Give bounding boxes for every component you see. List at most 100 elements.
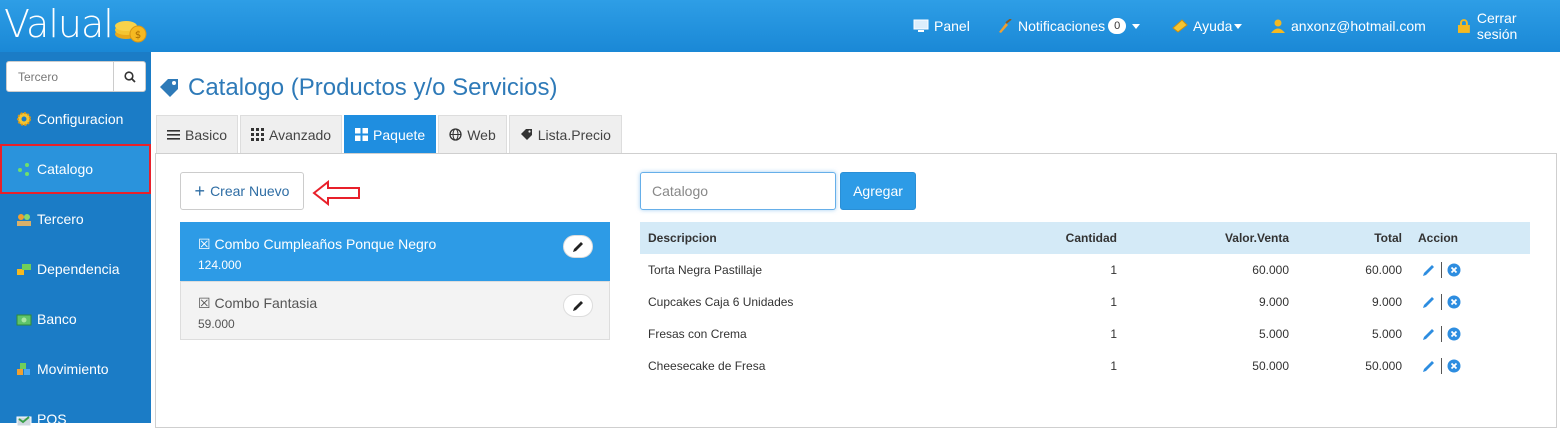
- cell-descripcion: Cheesecake de Fresa: [648, 359, 766, 373]
- package-price: 59.000: [198, 317, 235, 331]
- sidebar-item-configuracion[interactable]: Configuracion: [0, 94, 151, 144]
- nav-logout-label: Cerrar sesión: [1476, 10, 1518, 42]
- package-item[interactable]: ☒ Combo Fantasia 59.000: [180, 281, 610, 340]
- people-icon: [17, 214, 31, 226]
- tab-basico[interactable]: Basico: [156, 115, 239, 153]
- table-header-row: Descripcion Cantidad Valor.Venta Total A…: [640, 222, 1530, 254]
- column-header: Accion: [1410, 222, 1530, 254]
- cell-cantidad: 1: [1110, 327, 1117, 341]
- bank-icon: [16, 314, 32, 326]
- sidebar-item-pos[interactable]: POS: [0, 394, 151, 444]
- cell-cantidad: 1: [1110, 359, 1117, 373]
- cubes-icon: [17, 363, 30, 375]
- pencil-icon[interactable]: [1422, 327, 1436, 341]
- remove-icon[interactable]: [1447, 295, 1461, 309]
- broom-icon: [999, 19, 1012, 33]
- pencil-icon[interactable]: [1422, 359, 1436, 373]
- page-title-text: Catalogo (Productos y/o Servicios): [188, 74, 558, 101]
- chevron-down-icon: [1234, 23, 1243, 29]
- nav-notifications[interactable]: Notificaciones 0: [997, 0, 1141, 52]
- table-row: Cupcakes Caja 6 Unidades 1 9.000 9.000: [640, 286, 1530, 318]
- tab-paquete[interactable]: Paquete: [344, 115, 437, 153]
- cell-cantidad: 1: [1110, 295, 1117, 309]
- nav-user[interactable]: anxonz@hotmail.com: [1270, 0, 1426, 52]
- pencil-icon[interactable]: [1422, 263, 1436, 277]
- checkbox-icon: ☒: [198, 295, 211, 311]
- ticket-icon: [1172, 19, 1188, 33]
- create-new-label: Crear Nuevo: [210, 183, 290, 199]
- tab-avanzado[interactable]: Avanzado: [240, 115, 343, 153]
- package-items-table: Descripcion Cantidad Valor.Venta Total A…: [640, 222, 1530, 382]
- cell-valor: 9.000: [1258, 295, 1289, 309]
- sidebar-item-label: POS: [37, 411, 67, 427]
- nav-user-label: anxonz@hotmail.com: [1291, 18, 1426, 34]
- create-new-button[interactable]: + Crear Nuevo: [180, 172, 304, 210]
- nav-help-label: Ayuda: [1193, 18, 1233, 34]
- sidebar-item-dependencia[interactable]: Dependencia: [0, 244, 151, 294]
- tag-icon: [160, 79, 178, 97]
- package-item[interactable]: ☒ Combo Cumpleaños Ponque Negro 124.000: [180, 222, 610, 281]
- nav-panel[interactable]: Panel: [913, 0, 970, 52]
- sidebar-item-catalogo[interactable]: Catalogo: [0, 144, 151, 194]
- search-icon: [123, 70, 136, 83]
- annotation-arrow-icon: [312, 180, 360, 206]
- app-logo[interactable]: Valual: [4, 2, 114, 46]
- sidebar-item-label: Catalogo: [37, 161, 94, 177]
- sidebar-item-movimiento[interactable]: Movimiento: [0, 344, 151, 394]
- search-input[interactable]: [7, 62, 115, 91]
- search-button[interactable]: [113, 62, 145, 91]
- sidebar-item-banco[interactable]: Banco: [0, 294, 151, 344]
- plus-icon: +: [194, 180, 206, 201]
- edit-package-button[interactable]: [563, 235, 593, 258]
- top-navbar: Valual $ Panel Notificaciones 0 Ayuda an…: [0, 0, 1560, 52]
- divider: [1441, 262, 1442, 278]
- grid-icon: [251, 128, 265, 141]
- svg-text:$: $: [135, 30, 141, 41]
- divider: [1441, 326, 1442, 342]
- cell-total: 50.000: [1365, 359, 1402, 373]
- tab-label: Basico: [185, 126, 228, 143]
- column-header: Cantidad: [970, 222, 1125, 254]
- blocks-icon: [17, 264, 31, 275]
- monitor-icon: [913, 19, 929, 32]
- sidebar-item-tercero[interactable]: Tercero: [0, 194, 151, 244]
- remove-icon[interactable]: [1447, 359, 1461, 373]
- nav-panel-label: Panel: [934, 18, 970, 34]
- tab-web[interactable]: Web: [438, 115, 507, 153]
- cell-descripcion: Fresas con Crema: [648, 327, 747, 341]
- nav-notifications-label: Notificaciones: [1018, 18, 1106, 34]
- sidebar-search: [6, 61, 146, 92]
- tab-label: Lista.Precio: [537, 126, 611, 143]
- remove-icon[interactable]: [1447, 263, 1461, 277]
- tab-bar: Basico Avanzado Paquete Web Lista.Precio: [156, 115, 624, 153]
- package-name: Combo Fantasia: [214, 295, 318, 311]
- tab-label: Avanzado: [269, 126, 332, 143]
- cell-total: 9.000: [1371, 295, 1402, 309]
- nav-help[interactable]: Ayuda: [1172, 0, 1243, 52]
- sidebar-item-label: Movimiento: [37, 361, 109, 377]
- coins-logo-icon: $: [115, 21, 147, 43]
- add-button[interactable]: Agregar: [840, 172, 916, 210]
- globe-icon: [449, 128, 462, 141]
- chevron-down-icon: [1132, 23, 1141, 29]
- pencil-icon: [572, 301, 583, 311]
- edit-package-button[interactable]: [563, 294, 593, 317]
- checkbox-icon: ☒: [198, 236, 211, 252]
- pencil-icon[interactable]: [1422, 295, 1436, 309]
- sidebar-item-label: Banco: [37, 311, 77, 327]
- cell-valor: 60.000: [1252, 263, 1289, 277]
- package-name: Combo Cumpleaños Ponque Negro: [214, 236, 437, 252]
- catalog-search-input[interactable]: [640, 172, 836, 210]
- cell-accion: [1410, 286, 1530, 318]
- remove-icon[interactable]: [1447, 327, 1461, 341]
- tab-lista-precio[interactable]: Lista.Precio: [508, 115, 622, 153]
- dashboard-icon: [355, 128, 369, 141]
- cell-descripcion: Cupcakes Caja 6 Unidades: [648, 295, 794, 309]
- column-header: Valor.Venta: [1125, 222, 1297, 254]
- list-icon: [167, 130, 180, 140]
- user-icon: [1271, 19, 1285, 33]
- cell-cantidad: 1: [1110, 263, 1117, 277]
- divider: [1441, 294, 1442, 310]
- lock-icon: [1457, 19, 1470, 33]
- nav-logout[interactable]: Cerrar sesión: [1456, 0, 1560, 52]
